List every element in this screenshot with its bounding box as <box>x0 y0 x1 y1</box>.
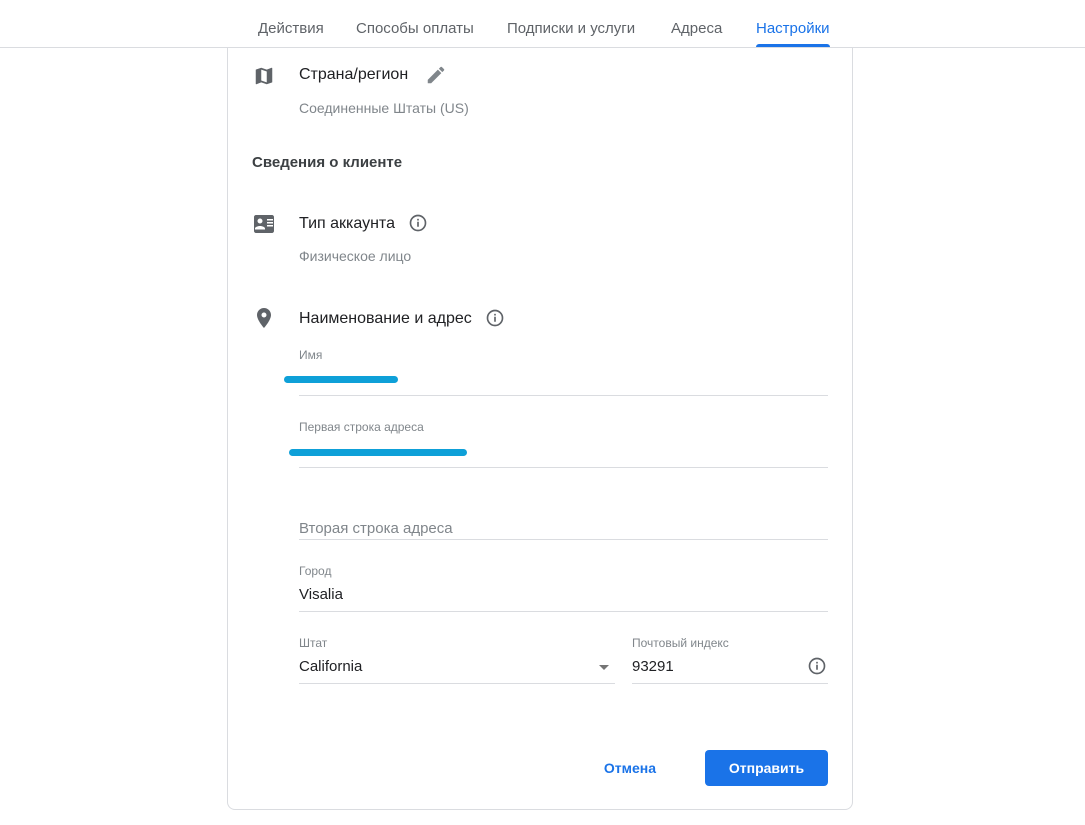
name-label: Имя <box>299 348 323 362</box>
name-field[interactable]: Имя <box>299 348 828 396</box>
redaction-scribble <box>284 376 398 383</box>
tab-actions[interactable]: Действия <box>258 20 324 37</box>
dropdown-arrow-icon[interactable] <box>598 664 610 672</box>
city-field[interactable]: Город Visalia <box>299 564 828 612</box>
zip-field[interactable]: Почтовый индекс 93291 <box>632 636 828 684</box>
location-pin-icon <box>257 308 271 328</box>
country-title: Страна/регион <box>299 66 409 83</box>
map-icon <box>255 67 273 85</box>
redaction-scribble <box>289 449 467 456</box>
zip-value: 93291 <box>632 658 674 675</box>
tab-settings[interactable]: Настройки <box>756 20 830 47</box>
tab-subscriptions[interactable]: Подписки и услуги <box>507 20 635 37</box>
customer-section-heading: Сведения о клиенте <box>252 154 403 171</box>
name-address-title: Наименование и адрес <box>299 310 472 327</box>
address-line2-field[interactable]: Вторая строка адреса <box>299 492 828 540</box>
state-select[interactable]: Штат California <box>299 636 615 684</box>
account-type-value: Физическое лицо <box>299 248 412 264</box>
tab-bar: Действия Способы оплаты Подписки и услуг… <box>0 0 1085 48</box>
country-value: Соединенные Штаты (US) <box>299 100 469 116</box>
info-icon[interactable] <box>807 656 827 676</box>
account-type-title: Тип аккаунта <box>299 215 395 232</box>
info-icon[interactable] <box>408 213 428 233</box>
zip-label: Почтовый индекс <box>632 636 729 650</box>
contact-card-icon <box>254 215 274 233</box>
submit-button[interactable]: Отправить <box>705 750 828 786</box>
address-line2-placeholder: Вторая строка адреса <box>299 520 453 537</box>
edit-pencil-icon[interactable] <box>425 64 447 86</box>
tab-payment-methods[interactable]: Способы оплаты <box>356 20 474 37</box>
city-value: Visalia <box>299 586 343 603</box>
info-icon[interactable] <box>485 308 505 328</box>
cancel-button[interactable]: Отмена <box>590 750 670 786</box>
city-label: Город <box>299 564 332 578</box>
state-value: California <box>299 658 363 675</box>
state-label: Штат <box>299 636 328 650</box>
address-line1-label: Первая строка адреса <box>299 420 424 434</box>
address-line1-field[interactable]: Первая строка адреса <box>299 420 828 468</box>
tab-addresses[interactable]: Адреса <box>671 20 722 37</box>
